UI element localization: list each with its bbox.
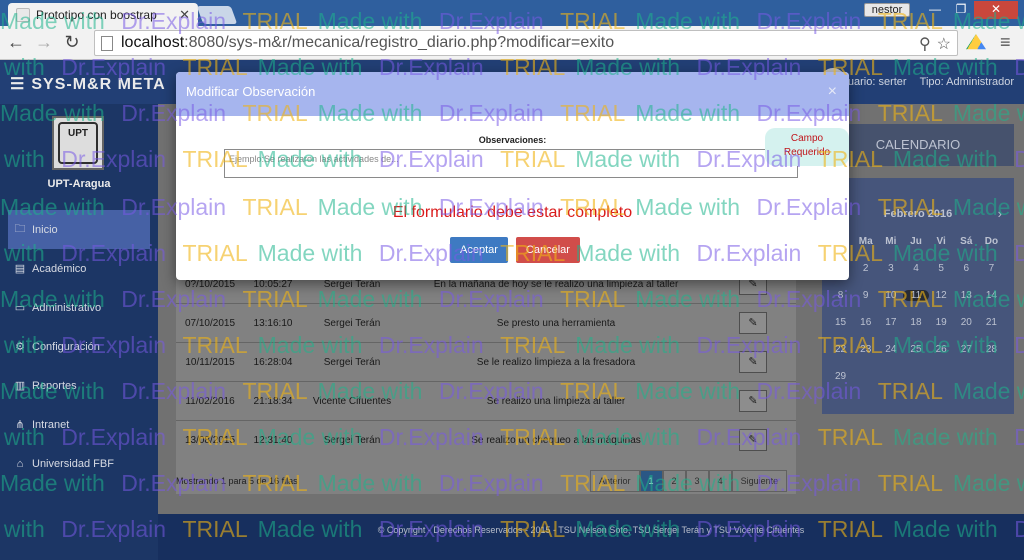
browser-menu-icon[interactable]: ≡ xyxy=(1000,32,1011,53)
profile-chip[interactable]: nestor xyxy=(864,3,910,17)
close-tab-icon[interactable]: ✕ xyxy=(179,7,190,23)
tooltip-line: Campo xyxy=(790,133,824,144)
cancel-button[interactable]: Cancelar xyxy=(515,237,580,263)
tooltip-line: Requerido xyxy=(783,147,831,158)
modal-actions: Aceptar Cancelar xyxy=(450,237,580,263)
page-icon xyxy=(101,35,113,51)
browser-tab-strip: Prototipo con boostrap ✕ nestor — ❐ ✕ xyxy=(0,0,1024,26)
drive-extension-icon[interactable] xyxy=(966,34,986,50)
modal-header: Modificar Observación × xyxy=(176,72,849,116)
browser-tab[interactable]: Prototipo con boostrap ✕ xyxy=(8,3,198,26)
page-favicon-icon xyxy=(16,7,30,22)
browser-toolbar: ← → ↻ localhost:8080/sys-m&r/mecanica/re… xyxy=(0,26,1024,60)
observations-label: Observaciones: xyxy=(478,135,547,145)
form-error-message: El formulario debe estar completo xyxy=(392,204,633,221)
window-controls: — ❐ ✕ xyxy=(922,1,1018,19)
accept-button[interactable]: Aceptar xyxy=(450,237,508,263)
observations-input[interactable]: Ejemplo:Se realizaron las actividades de… xyxy=(224,149,798,178)
reload-icon[interactable]: ↻ xyxy=(62,32,82,53)
url-path: :8080/sys-m&r/mecanica/registro_diario.p… xyxy=(184,34,615,51)
forward-arrow-icon[interactable]: → xyxy=(34,32,54,53)
maximize-icon[interactable]: ❐ xyxy=(948,1,974,19)
address-bar[interactable]: localhost:8080/sys-m&r/mecanica/registro… xyxy=(94,30,958,56)
back-arrow-icon[interactable]: ← xyxy=(6,32,26,53)
tab-title: Prototipo con boostrap xyxy=(36,7,157,22)
url-host: localhost xyxy=(121,34,185,51)
close-icon[interactable]: × xyxy=(828,72,837,112)
bookmark-star-icon[interactable]: ☆ xyxy=(937,34,951,54)
close-window-icon[interactable]: ✕ xyxy=(974,1,1018,19)
minimize-icon[interactable]: — xyxy=(922,1,948,19)
zoom-search-icon[interactable]: ⚲ xyxy=(919,34,931,54)
modify-observation-modal: Modificar Observación × Observaciones: E… xyxy=(176,72,849,280)
new-tab-button[interactable] xyxy=(196,6,238,24)
modal-title: Modificar Observación xyxy=(186,84,316,99)
required-field-tooltip: Campo Requerido xyxy=(765,128,849,166)
